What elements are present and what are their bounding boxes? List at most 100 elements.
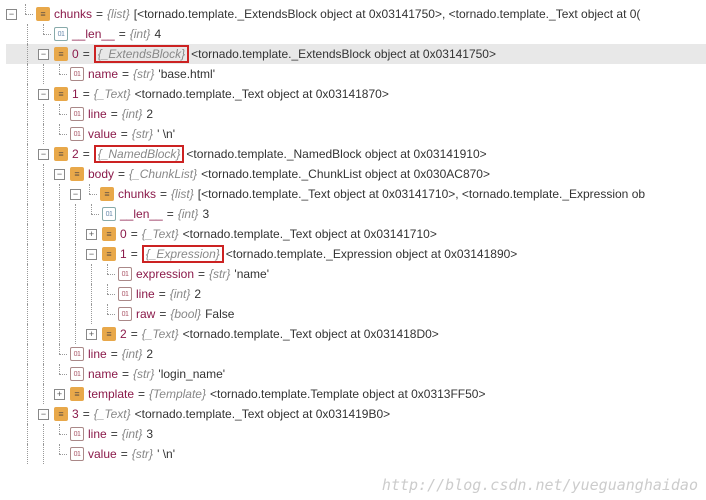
var-value: [<tornado.template._ExtendsBlock object … (134, 7, 641, 21)
var-value: 3 (202, 207, 209, 221)
var-name: 2 (120, 327, 127, 341)
var-value: False (205, 307, 234, 321)
var-type: {int} (122, 107, 143, 121)
object-icon (54, 407, 68, 421)
var-name: 2 (72, 147, 79, 161)
var-name: body (88, 167, 114, 181)
var-name: raw (136, 307, 155, 321)
object-icon (54, 47, 68, 61)
primitive-icon (70, 347, 84, 361)
var-name: line (88, 347, 107, 361)
tree-row[interactable]: line = {int} 2 (6, 104, 706, 124)
primitive-icon (70, 427, 84, 441)
tree-row[interactable]: value = {str} ' \n' (6, 444, 706, 464)
collapse-icon[interactable]: − (70, 189, 81, 200)
var-value: <tornado.template._NamedBlock object at … (186, 147, 486, 161)
expand-icon[interactable]: + (86, 229, 97, 240)
tree-row[interactable]: + 0 = {_Text} <tornado.template._Text ob… (6, 224, 706, 244)
primitive-icon (102, 207, 116, 221)
var-name: __len__ (72, 27, 115, 41)
collapse-icon[interactable]: − (38, 149, 49, 160)
tree-row[interactable]: name = {str} 'base.html' (6, 64, 706, 84)
var-type: {int} (170, 287, 191, 301)
var-name: line (136, 287, 155, 301)
primitive-icon (118, 267, 132, 281)
tree-row[interactable]: − body = {_ChunkList} <tornado.template.… (6, 164, 706, 184)
var-name: name (88, 367, 118, 381)
tree-row[interactable]: name = {str} 'login_name' (6, 364, 706, 384)
var-type: {str} (133, 367, 154, 381)
var-value: 2 (194, 287, 201, 301)
object-icon (70, 387, 84, 401)
var-name: value (88, 127, 117, 141)
var-type: {_ChunkList} (129, 167, 197, 181)
tree-row[interactable]: __len__ = {int} 4 (6, 24, 706, 44)
var-name: line (88, 427, 107, 441)
object-icon (70, 167, 84, 181)
var-name: line (88, 107, 107, 121)
var-value: <tornado.template.Template object at 0x0… (210, 387, 486, 401)
primitive-icon (118, 307, 132, 321)
collapse-icon[interactable]: − (54, 169, 65, 180)
tree-row-selected[interactable]: − 0 = {_ExtendsBlock} <tornado.template.… (6, 44, 706, 64)
var-type: {_Text} (94, 87, 131, 101)
var-name: expression (136, 267, 194, 281)
tree-row[interactable]: line = {int} 3 (6, 424, 706, 444)
var-value: <tornado.template._Text object at 0x0314… (135, 407, 391, 421)
tree-row[interactable]: − 1 = {_Text} <tornado.template._Text ob… (6, 84, 706, 104)
var-type: {bool} (170, 307, 201, 321)
tree-row[interactable]: + template = {Template} <tornado.templat… (6, 384, 706, 404)
tree-row[interactable]: raw = {bool} False (6, 304, 706, 324)
collapse-icon[interactable]: − (86, 249, 97, 260)
tree-row[interactable]: − 1 = {_Expression} <tornado.template._E… (6, 244, 706, 264)
tree-row[interactable]: __len__ = {int} 3 (6, 204, 706, 224)
primitive-icon (70, 127, 84, 141)
var-type: {_Text} (142, 327, 179, 341)
expand-icon[interactable]: + (86, 329, 97, 340)
var-name: chunks (54, 7, 92, 21)
collapse-icon[interactable]: − (38, 409, 49, 420)
primitive-icon (70, 447, 84, 461)
tree-row[interactable]: − chunks = {list} [<tornado.template._Ex… (6, 4, 706, 24)
var-value: 'base.html' (158, 67, 215, 81)
expand-icon[interactable]: + (54, 389, 65, 400)
collapse-icon[interactable]: − (38, 49, 49, 60)
var-value: 2 (146, 107, 153, 121)
highlight-box: {_NamedBlock} (94, 145, 185, 163)
watermark: http://blog.csdn.net/yueguanghaidao (382, 476, 698, 494)
primitive-icon (70, 107, 84, 121)
primitive-icon (118, 287, 132, 301)
primitive-icon (70, 367, 84, 381)
tree-row[interactable]: − chunks = {list} [<tornado.template._Te… (6, 184, 706, 204)
tree-row[interactable]: value = {str} ' \n' (6, 124, 706, 144)
object-icon (54, 87, 68, 101)
var-value: 4 (154, 27, 161, 41)
var-type: {list} (107, 7, 130, 21)
var-name: 3 (72, 407, 79, 421)
var-name: chunks (118, 187, 156, 201)
var-value: 3 (146, 427, 153, 441)
tree-row[interactable]: line = {int} 2 (6, 284, 706, 304)
tree-row[interactable]: line = {int} 2 (6, 344, 706, 364)
var-name: value (88, 447, 117, 461)
var-value: <tornado.template._Text object at 0x0314… (183, 327, 439, 341)
var-type: {int} (130, 27, 151, 41)
var-name: 0 (120, 227, 127, 241)
var-type: {int} (122, 347, 143, 361)
var-type: {list} (171, 187, 194, 201)
list-icon (36, 7, 50, 21)
tree-row[interactable]: + 2 = {_Text} <tornado.template._Text ob… (6, 324, 706, 344)
tree-row[interactable]: − 2 = {_NamedBlock} <tornado.template._N… (6, 144, 706, 164)
var-value: <tornado.template._Text object at 0x0314… (183, 227, 437, 241)
tree-row[interactable]: − 3 = {_Text} <tornado.template._Text ob… (6, 404, 706, 424)
var-value: ' \n' (157, 447, 175, 461)
var-type: {str} (133, 67, 154, 81)
var-type: {Template} (149, 387, 206, 401)
var-name: 0 (72, 47, 79, 61)
equals: = (96, 7, 103, 21)
tree-row[interactable]: expression = {str} 'name' (6, 264, 706, 284)
var-value: <tornado.template._ExtendsBlock object a… (191, 47, 496, 61)
collapse-icon[interactable]: − (6, 9, 17, 20)
var-name: __len__ (120, 207, 163, 221)
collapse-icon[interactable]: − (38, 89, 49, 100)
